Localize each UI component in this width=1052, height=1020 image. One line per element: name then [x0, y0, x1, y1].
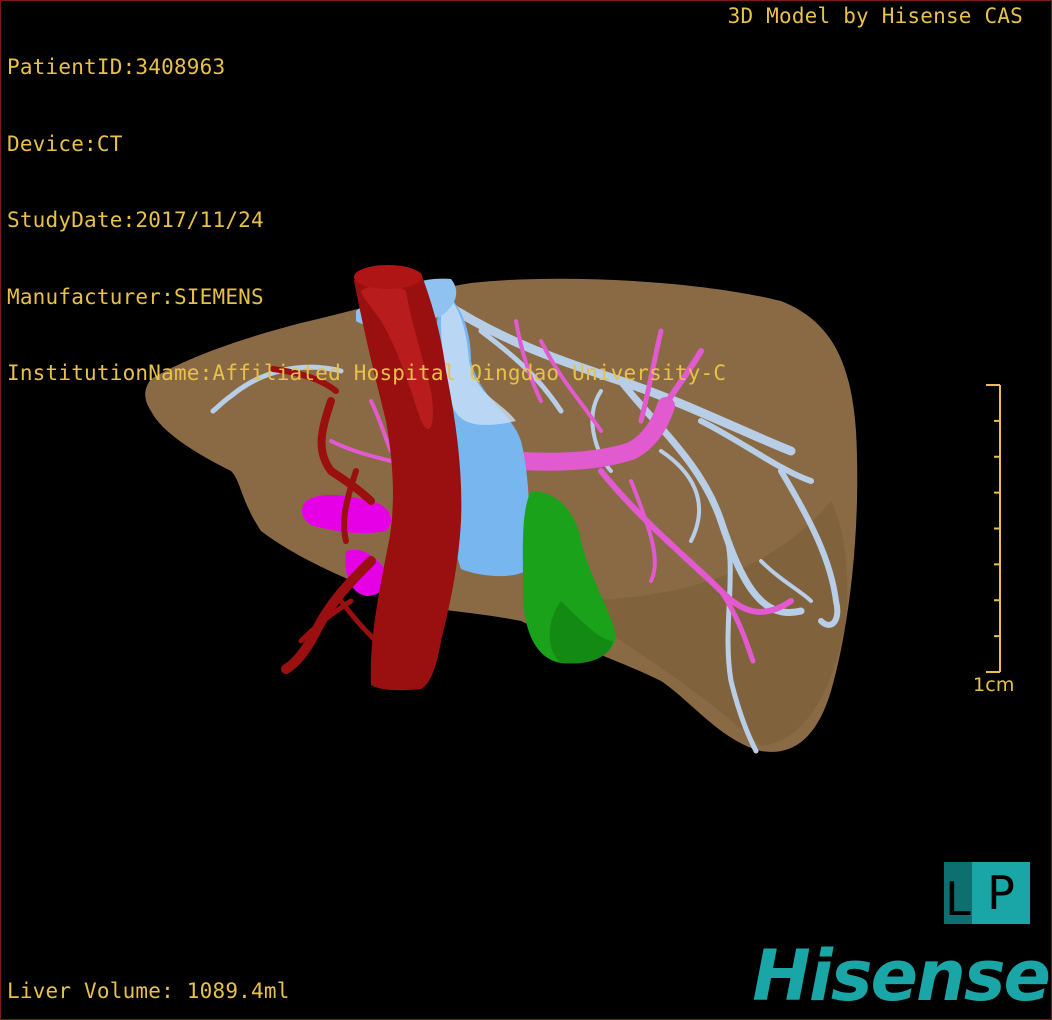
institution-name: InstitutionName:Affiliated Hospital Qing… — [7, 361, 727, 385]
liver-volume: Liver Volume: 1089.4ml — [7, 979, 290, 1003]
lp-logo-right: P — [987, 866, 1015, 920]
render-viewport[interactable]: PatientID:3408963 Device:CT StudyDate:20… — [0, 0, 1052, 1020]
manufacturer: Manufacturer:SIEMENS — [7, 284, 264, 309]
patient-info-overlay: PatientID:3408963 Device:CT StudyDate:20… — [7, 4, 726, 438]
device: Device:CT — [7, 131, 123, 156]
patient-id: PatientID:3408963 — [7, 55, 226, 79]
model-credit: 3D Model by Hisense CAS — [727, 4, 1023, 28]
lp-logo: L P — [944, 862, 1030, 924]
scale-bar-label: 1cm — [973, 674, 1015, 696]
lp-logo-left: L — [944, 862, 972, 924]
scale-bar — [986, 384, 1001, 673]
hisense-logo: Hisense — [752, 935, 1051, 1017]
study-date: StudyDate:2017/11/24 — [7, 208, 264, 232]
